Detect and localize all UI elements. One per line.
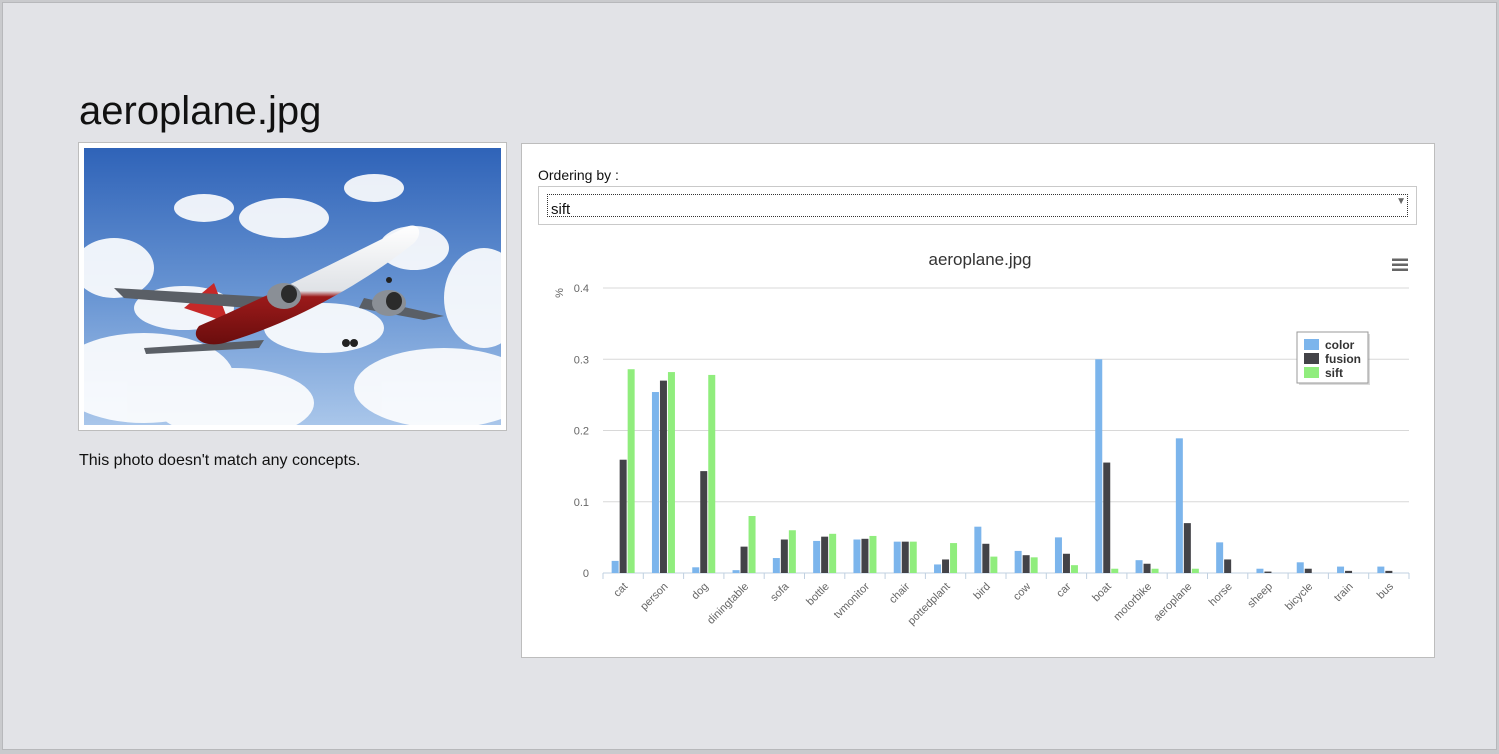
bar-sift-pottedplant[interactable] — [950, 543, 958, 573]
bar-color-pottedplant[interactable] — [934, 564, 942, 573]
legend-item-color[interactable]: color — [1304, 338, 1355, 352]
x-tick-label-horse: horse — [1207, 581, 1235, 609]
bar-fusion-dog[interactable] — [700, 471, 708, 573]
bar-sift-chair[interactable] — [909, 541, 917, 573]
legend-item-fusion[interactable]: fusion — [1304, 352, 1361, 366]
x-tick-label-person: person — [638, 581, 670, 613]
bar-color-sofa[interactable] — [772, 558, 780, 573]
x-tick-label-boat: boat — [1090, 581, 1114, 605]
aeroplane-photo — [84, 148, 501, 425]
x-tick-label-diningtable: diningtable — [705, 581, 751, 627]
bar-color-boat[interactable] — [1095, 359, 1103, 573]
x-tick-label-pottedplant: pottedplant — [906, 581, 953, 628]
x-tick-label-chair: chair — [887, 580, 913, 606]
bar-sift-cow[interactable] — [1030, 557, 1038, 573]
bar-fusion-bus[interactable] — [1385, 570, 1393, 573]
photo-frame — [78, 142, 507, 431]
x-tick-label-bird: bird — [972, 581, 993, 602]
y-tick-label: 0.3 — [574, 354, 589, 366]
bar-fusion-sofa[interactable] — [780, 539, 788, 573]
bar-fusion-bird[interactable] — [982, 543, 990, 573]
x-tick-label-car: car — [1054, 580, 1074, 600]
bar-sift-cat[interactable] — [627, 369, 635, 573]
bar-sift-boat[interactable] — [1111, 568, 1119, 573]
bar-color-tvmonitor[interactable] — [853, 539, 861, 573]
bar-fusion-bottle[interactable] — [821, 536, 829, 573]
bar-color-sheep[interactable] — [1256, 568, 1264, 573]
y-tick-label: 0 — [583, 568, 589, 580]
bar-sift-car[interactable] — [1070, 565, 1078, 573]
x-tick-label-bus: bus — [1375, 580, 1396, 601]
bar-sift-bird[interactable] — [990, 556, 998, 573]
chart-legend: color fusion sift — [1296, 331, 1370, 385]
bar-sift-dog[interactable] — [708, 374, 716, 573]
legend-swatch-fusion — [1304, 353, 1319, 364]
bar-color-chair[interactable] — [893, 541, 901, 573]
hamburger-menu-icon[interactable] — [1389, 256, 1411, 274]
bar-color-bicycle[interactable] — [1296, 562, 1304, 573]
bar-fusion-motorbike[interactable] — [1143, 563, 1151, 573]
bar-color-aeroplane[interactable] — [1175, 438, 1183, 573]
x-tick-label-motorbike: motorbike — [1112, 581, 1155, 624]
bar-fusion-person[interactable] — [659, 380, 667, 573]
y-axis-label: % — [554, 288, 566, 298]
bar-color-bird[interactable] — [974, 526, 982, 573]
bar-color-diningtable[interactable] — [732, 570, 740, 573]
bar-color-person[interactable] — [651, 392, 659, 573]
x-tick-label-sheep: sheep — [1245, 581, 1275, 611]
x-tick-label-sofa: sofa — [768, 580, 792, 604]
y-tick-label: 0.2 — [574, 426, 589, 438]
bar-fusion-cat[interactable] — [619, 459, 627, 573]
bar-color-cow[interactable] — [1014, 550, 1022, 573]
bar-color-bus[interactable] — [1377, 566, 1385, 573]
bar-fusion-tvmonitor[interactable] — [861, 538, 869, 573]
bar-color-car[interactable] — [1054, 537, 1062, 573]
x-tick-label-bottle: bottle — [804, 581, 832, 609]
bar-sift-tvmonitor[interactable] — [869, 535, 877, 573]
bar-sift-motorbike[interactable] — [1151, 568, 1159, 573]
x-tick-label-bicycle: bicycle — [1283, 581, 1315, 613]
bar-sift-diningtable[interactable] — [748, 516, 756, 573]
legend-label-sift: sift — [1325, 366, 1343, 380]
bar-fusion-diningtable[interactable] — [740, 546, 748, 573]
x-tick-label-dog: dog — [689, 581, 710, 602]
legend-swatch-sift — [1304, 367, 1319, 378]
bar-sift-person[interactable] — [667, 372, 675, 573]
bar-fusion-cow[interactable] — [1022, 555, 1030, 573]
legend-label-color: color — [1325, 338, 1355, 352]
x-tick-label-cow: cow — [1011, 581, 1033, 603]
bar-fusion-pottedplant[interactable] — [942, 559, 950, 573]
x-tick-label-aeroplane: aeroplane — [1151, 581, 1194, 624]
bar-color-dog[interactable] — [692, 567, 700, 573]
x-tick-label-train: train — [1332, 581, 1356, 605]
bar-fusion-bicycle[interactable] — [1304, 568, 1312, 573]
bar-color-bottle[interactable] — [813, 540, 821, 573]
bar-color-cat[interactable] — [611, 560, 619, 573]
page-title: aeroplane.jpg — [79, 89, 322, 133]
bar-color-motorbike[interactable] — [1135, 560, 1143, 573]
bar-fusion-sheep[interactable] — [1264, 571, 1272, 573]
bar-fusion-horse[interactable] — [1224, 559, 1232, 573]
bar-fusion-train[interactable] — [1345, 570, 1353, 573]
page: aeroplane.jpg This photo doesn't match a… — [2, 2, 1497, 750]
bar-fusion-car[interactable] — [1062, 553, 1070, 573]
x-tick-label-cat: cat — [611, 581, 630, 600]
chart-title: aeroplane.jpg — [928, 250, 1031, 269]
legend-label-fusion: fusion — [1325, 352, 1361, 366]
bar-fusion-boat[interactable] — [1103, 462, 1111, 573]
y-tick-label: 0.4 — [574, 283, 589, 295]
no-concepts-message: This photo doesn't match any concepts. — [79, 452, 361, 469]
legend-swatch-color — [1304, 339, 1319, 350]
bar-fusion-chair[interactable] — [901, 541, 909, 573]
bar-color-horse[interactable] — [1216, 542, 1224, 573]
bar-fusion-aeroplane[interactable] — [1183, 523, 1191, 573]
bar-sift-sofa[interactable] — [788, 530, 796, 573]
bar-color-train[interactable] — [1337, 566, 1345, 573]
bar-sift-aeroplane[interactable] — [1191, 568, 1199, 573]
y-tick-label: 0.1 — [574, 497, 589, 509]
bar-chart: aeroplane.jpg % 00.10.20.30.4 cat person d… — [554, 250, 1411, 628]
bar-sift-bottle[interactable] — [829, 533, 837, 573]
chart-panel: Ordering by : sift ▼ aeroplane.jpg % 0 0.… — [521, 143, 1435, 658]
x-tick-label-tvmonitor: tvmonitor — [832, 580, 873, 621]
